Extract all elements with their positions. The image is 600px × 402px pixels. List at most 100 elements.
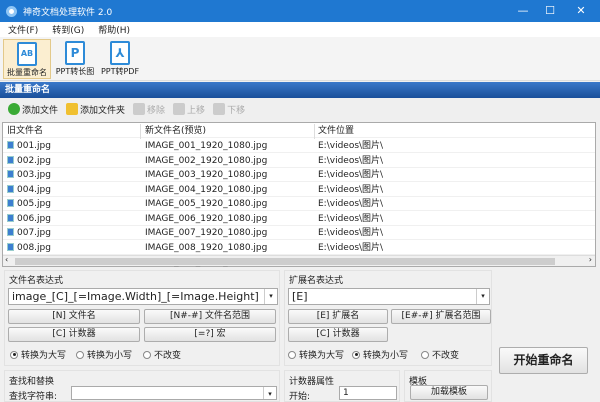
maximize-button[interactable]: ☐	[535, 0, 565, 22]
image-file-icon	[7, 213, 14, 222]
image-file-icon	[7, 184, 14, 193]
image-file-icon	[7, 170, 14, 178]
old-name-cell: 002.jpg	[7, 154, 51, 168]
table-row[interactable]: 006.jpg IMAGE_006_1920_1080.jpg E:\videos\…	[3, 212, 595, 226]
filename-value: image_[C]_[=Image.Width]_[=Image.Height]	[12, 290, 259, 303]
load-template-button[interactable]: 加载模板	[410, 385, 488, 400]
radio-label: 转换为大写	[21, 351, 67, 361]
insert-counter-button[interactable]: [C] 计数器	[8, 327, 140, 342]
chevron-down-icon[interactable]: ▾	[263, 387, 276, 399]
scroll-right-icon[interactable]: ›	[589, 255, 592, 264]
insert-extension-range-button[interactable]: [E#-#] 扩展名范围	[391, 309, 491, 324]
insert-filename-range-button[interactable]: [N#-#] 文件名范围	[144, 309, 276, 324]
old-name: 002.jpg	[17, 155, 51, 166]
toolbar-ppt-to-image[interactable]: P PPT转长图	[53, 39, 97, 79]
filename-radio-uppercase[interactable]: 转换为大写	[10, 348, 66, 361]
table-header: 旧文件名 新文件名(预览) 文件位置	[3, 124, 595, 139]
counter-start-input[interactable]: 1	[339, 386, 397, 400]
table-row[interactable]: 007.jpg IMAGE_007_1920_1080.jpg E:\videos\…	[3, 226, 595, 240]
old-name-cell: 007.jpg	[7, 226, 51, 240]
minimize-button[interactable]: —	[508, 0, 538, 22]
rename-icon: AB	[17, 42, 37, 66]
counter-group: 计数器属性 开始: 1	[284, 370, 400, 402]
find-replace-label: 查找和替换	[9, 377, 55, 387]
table-row[interactable]: 003.jpg IMAGE_003_1920_1080.jpg E:\videos\…	[3, 168, 595, 182]
filename-label: 文件名表达式	[9, 276, 64, 286]
close-button[interactable]: ✕	[566, 0, 596, 22]
move-down-button[interactable]: 下移	[213, 103, 245, 116]
location-cell: E:\videos\图片\	[318, 155, 384, 166]
radio-indicator[interactable]	[288, 350, 296, 359]
old-name-cell: 005.jpg	[7, 197, 51, 211]
new-name-cell: IMAGE_005_1920_1080.jpg	[145, 199, 268, 209]
menu-goto[interactable]: 转到(G)	[52, 23, 84, 36]
scroll-left-icon[interactable]: ‹	[5, 255, 8, 264]
radio-label: 转换为大写	[299, 351, 345, 361]
add-folder-icon	[66, 103, 79, 115]
find-string-label: 查找字符串:	[9, 392, 58, 402]
button-label: 下移	[227, 105, 246, 116]
remove-button[interactable]: 移除	[133, 103, 165, 116]
extension-radio-uppercase[interactable]: 转换为大写	[288, 348, 344, 361]
table-row[interactable]: 004.jpg IMAGE_004_1920_1080.jpg E:\videos\…	[3, 183, 595, 197]
radio-label: 不改变	[432, 351, 460, 361]
new-name-cell: IMAGE_006_1920_1080.jpg	[145, 213, 268, 224]
radio-indicator[interactable]	[421, 350, 429, 359]
chevron-down-icon[interactable]: ▾	[264, 289, 277, 304]
table-row[interactable]: 005.jpg IMAGE_005_1920_1080.jpg E:\videos\…	[3, 197, 595, 211]
new-name-cell: IMAGE_001_1920_1080.jpg	[145, 141, 268, 151]
column-header-old-name[interactable]: 旧文件名	[7, 124, 43, 138]
radio-indicator[interactable]	[10, 350, 18, 359]
old-name: 007.jpg	[17, 228, 51, 238]
filename-expression-input[interactable]: image_[C]_[=Image.Width]_[=Image.Height]…	[8, 288, 278, 305]
extension-radio-lowercase[interactable]: 转换为小写	[352, 348, 408, 361]
radio-indicator[interactable]	[76, 350, 84, 359]
table-row[interactable]: 001.jpg IMAGE_001_1920_1080.jpg E:\videos\…	[3, 139, 595, 153]
app-icon	[6, 5, 17, 17]
filename-radio-lowercase[interactable]: 转换为小写	[76, 348, 132, 361]
radio-indicator[interactable]	[352, 350, 360, 359]
title-bar: 神奇文档处理软件 2.0 — ☐ ✕	[0, 0, 600, 22]
menu-file[interactable]: 文件(F)	[8, 23, 38, 36]
insert-ext-counter-button[interactable]: [C] 计数器	[288, 327, 388, 342]
table-row[interactable]: 002.jpg IMAGE_002_1920_1080.jpg E:\videos\…	[3, 154, 595, 168]
button-label: 添加文件夹	[80, 105, 126, 116]
extension-radio-unchanged[interactable]: 不改变	[421, 348, 459, 361]
toolbar: AB 批量重命名 P PPT转长图 ⅄ PPT转PDF	[0, 37, 600, 81]
find-string-input[interactable]: ▾	[71, 386, 277, 400]
radio-indicator[interactable]	[143, 350, 151, 359]
toolbar-label: 批量重命名	[7, 68, 47, 77]
toolbar-batch-rename[interactable]: AB 批量重命名	[3, 39, 51, 79]
button-label: 移除	[147, 105, 166, 116]
image-file-icon	[7, 141, 14, 149]
old-name-cell: 001.jpg	[7, 139, 51, 153]
image-file-icon	[7, 242, 14, 251]
add-file-button[interactable]: 添加文件	[8, 103, 58, 116]
image-file-icon	[7, 199, 14, 207]
file-table[interactable]: 旧文件名 新文件名(预览) 文件位置 001.jpg IMAGE_001_1920…	[2, 122, 596, 269]
column-header-new-name[interactable]: 新文件名(预览)	[145, 124, 206, 138]
toolbar-ppt-to-pdf[interactable]: ⅄ PPT转PDF	[98, 39, 142, 79]
ppt-icon: P	[65, 41, 85, 65]
table-row[interactable]: 008.jpg IMAGE_008_1920_1080.jpg E:\videos\…	[3, 241, 595, 255]
insert-extension-button[interactable]: [E] 扩展名	[288, 309, 388, 324]
old-name: 006.jpg	[17, 213, 51, 224]
insert-filename-button[interactable]: [N] 文件名	[8, 309, 140, 324]
scrollbar-thumb[interactable]	[15, 258, 555, 265]
old-name-cell: 004.jpg	[7, 183, 51, 197]
image-file-icon	[7, 228, 14, 236]
start-rename-button[interactable]: 开始重命名	[499, 347, 588, 374]
filename-radio-unchanged[interactable]: 不改变	[143, 348, 181, 361]
extension-value: [E]	[292, 290, 308, 303]
counter-start-label: 开始:	[289, 392, 311, 402]
column-header-location[interactable]: 文件位置	[318, 124, 354, 138]
extension-expression-input[interactable]: [E] ▾	[288, 288, 490, 305]
old-name: 004.jpg	[17, 184, 51, 195]
move-up-button[interactable]: 上移	[173, 103, 205, 116]
horizontal-scrollbar[interactable]: ‹ ›	[3, 255, 595, 266]
add-folder-button[interactable]: 添加文件夹	[66, 103, 125, 116]
chevron-down-icon[interactable]: ▾	[476, 289, 489, 304]
menu-help[interactable]: 帮助(H)	[98, 23, 130, 36]
insert-macro-button[interactable]: [=?] 宏	[144, 327, 276, 342]
new-name-cell: IMAGE_007_1920_1080.jpg	[145, 228, 268, 238]
